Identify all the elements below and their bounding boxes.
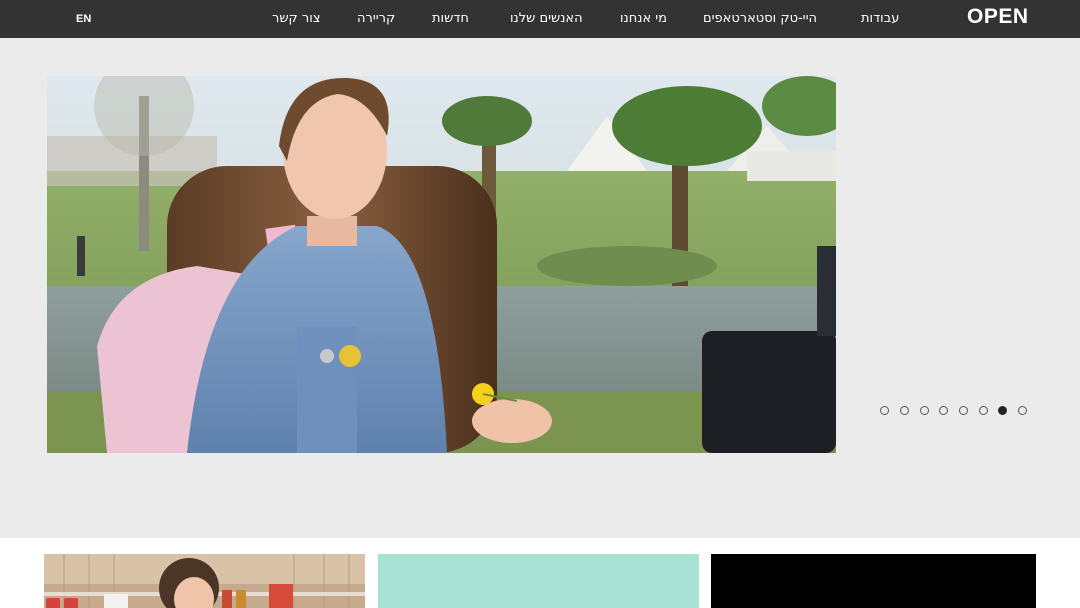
work-card-1[interactable] — [44, 554, 365, 608]
carousel-pagination — [880, 406, 1030, 416]
carousel-dot-4[interactable] — [939, 406, 948, 415]
carousel-dot-5[interactable] — [959, 406, 968, 415]
carousel-dot-2[interactable] — [900, 406, 909, 415]
top-navigation-bar: עבודות היי-טק וסטארטאפים מי אנחנו האנשים… — [0, 0, 1080, 38]
nav-item-career[interactable]: קריירה — [357, 11, 395, 26]
carousel-dot-1[interactable] — [880, 406, 889, 415]
carousel-dot-7-active[interactable] — [998, 406, 1007, 415]
photo-girl-with-backpack-icon — [47, 76, 836, 453]
carousel-slide-image[interactable] — [47, 76, 836, 453]
work-card-3[interactable] — [711, 554, 1036, 608]
nav-item-our-people[interactable]: האנשים שלנו — [510, 11, 583, 26]
nav-item-news[interactable]: חדשות — [432, 11, 469, 26]
nav-item-works[interactable]: עבודות — [861, 11, 899, 26]
carousel-dot-3[interactable] — [920, 406, 929, 415]
photo-girl-in-kitchen-icon — [44, 554, 365, 608]
site-logo[interactable]: OPEN — [967, 5, 1029, 29]
nav-item-about-us[interactable]: מי אנחנו — [620, 11, 667, 26]
nav-item-contact[interactable]: צור קשר — [272, 11, 321, 26]
carousel-dot-6[interactable] — [979, 406, 988, 415]
carousel-dot-8[interactable] — [1018, 406, 1027, 415]
main-nav: עבודות היי-טק וסטארטאפים מי אנחנו האנשים… — [0, 0, 1080, 38]
nav-item-hitech-startups[interactable]: היי-טק וסטארטאפים — [703, 11, 817, 26]
language-switch-en[interactable]: EN — [76, 13, 91, 25]
work-card-2[interactable] — [378, 554, 699, 608]
